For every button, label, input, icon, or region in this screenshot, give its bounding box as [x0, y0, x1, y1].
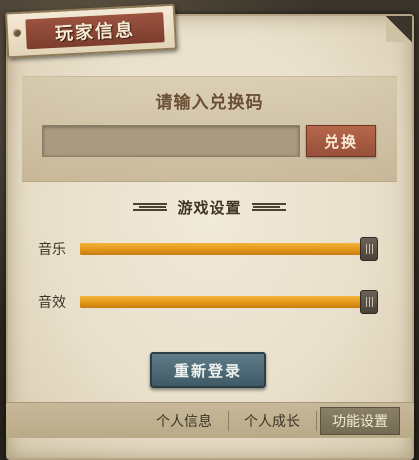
- decorative-lines-icon: [251, 203, 286, 211]
- page-corner-fold: [386, 16, 412, 42]
- relogin-button[interactable]: 重新登录: [150, 352, 266, 388]
- music-slider-fill: [80, 243, 378, 255]
- tab-personal-info[interactable]: 个人信息: [146, 407, 222, 435]
- sfx-label: 音效: [38, 295, 66, 311]
- music-setting-row: 音乐: [38, 237, 384, 261]
- decorative-lines-icon: [133, 203, 168, 211]
- tab-divider: [316, 411, 317, 431]
- music-slider-handle[interactable]: [360, 237, 378, 261]
- tab-divider: [228, 411, 229, 431]
- tab-function-settings[interactable]: 功能设置: [320, 407, 400, 435]
- tab-personal-growth[interactable]: 个人成长: [234, 407, 310, 435]
- music-slider[interactable]: [80, 237, 378, 261]
- sfx-setting-row: 音效: [38, 290, 384, 314]
- sfx-slider-fill: [80, 296, 378, 308]
- redeem-code-input[interactable]: [42, 125, 300, 157]
- bottom-tab-bar: 个人信息 个人成长 功能设置: [6, 402, 414, 438]
- panel-title: 玩家信息: [25, 12, 165, 50]
- redeem-title: 请输入兑换码: [155, 93, 264, 113]
- game-settings-title: 游戏设置: [177, 198, 242, 217]
- music-label: 音乐: [38, 242, 66, 258]
- panel-title-tag: 玩家信息: [4, 3, 178, 59]
- sfx-slider[interactable]: [80, 290, 378, 314]
- sfx-slider-handle[interactable]: [360, 290, 378, 314]
- redeem-code-section: 请输入兑换码 兑换: [22, 76, 397, 182]
- redeem-button[interactable]: 兑换: [306, 125, 376, 157]
- game-settings-header: 游戏设置: [0, 196, 419, 218]
- pin-icon: [12, 28, 22, 38]
